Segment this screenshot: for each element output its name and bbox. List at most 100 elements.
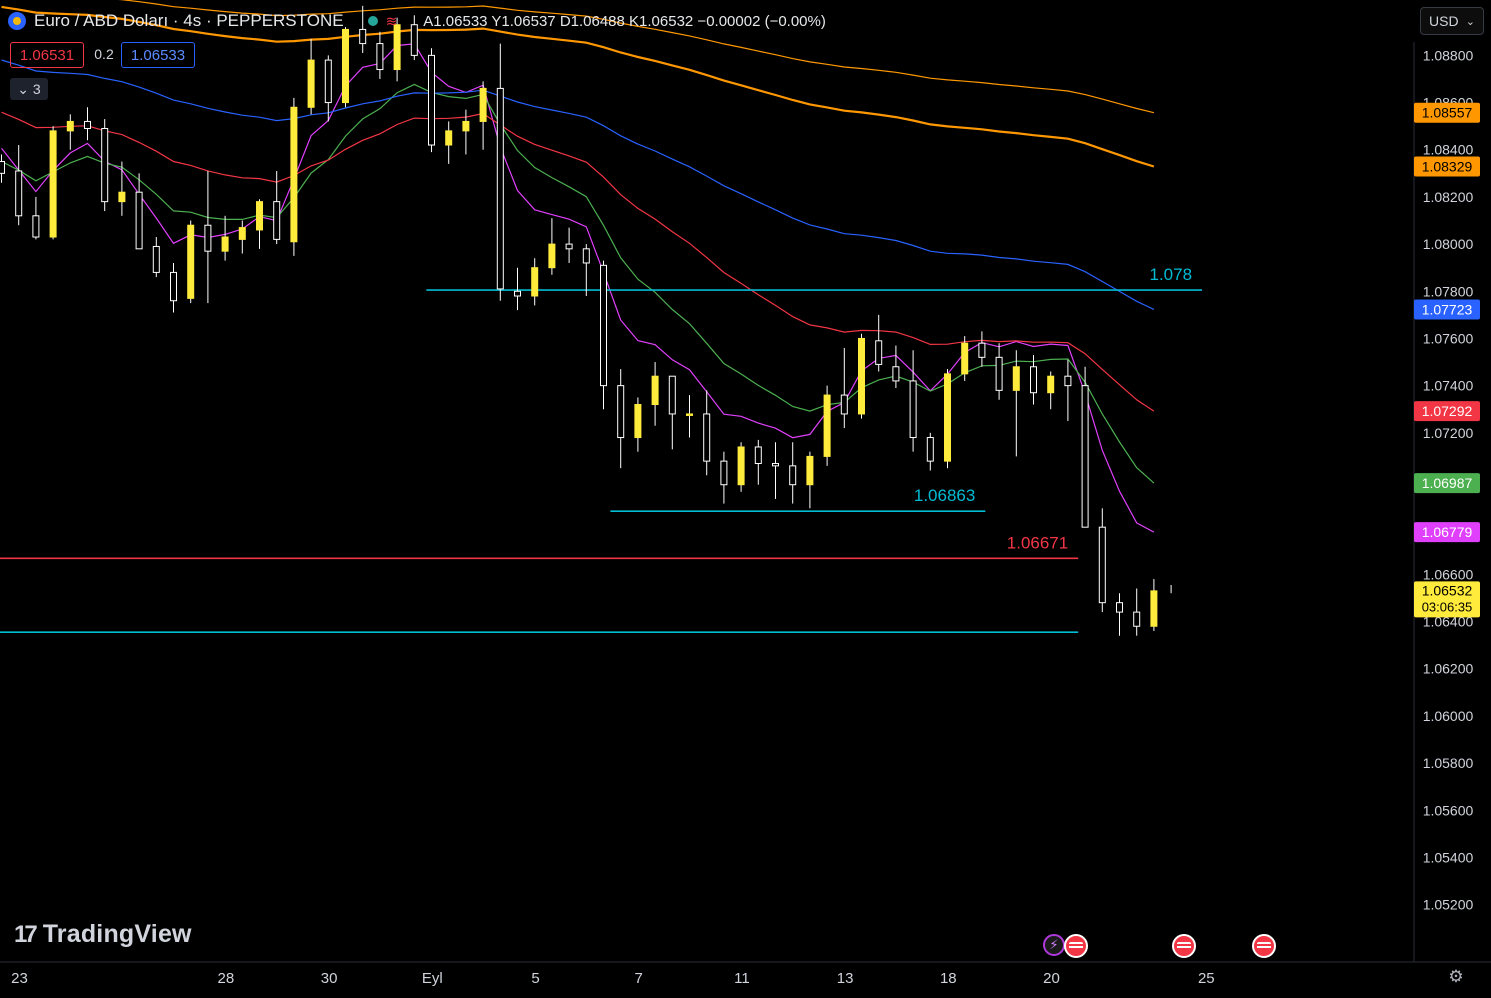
candle-body[interactable]: [1150, 590, 1158, 627]
tradingview-logo[interactable]: 17 TradingView: [14, 920, 192, 949]
price-tick-label: 1.07400: [1423, 378, 1474, 394]
candle-body[interactable]: [737, 446, 745, 486]
candle-body[interactable]: [720, 460, 728, 486]
candle-body[interactable]: [1098, 526, 1106, 604]
candle-body[interactable]: [462, 120, 470, 132]
candle-body[interactable]: [875, 340, 883, 365]
us-flag-event-icon[interactable]: [1064, 934, 1088, 958]
currency-select[interactable]: USD ⌄: [1420, 7, 1484, 35]
sell-button[interactable]: 1.06531: [10, 42, 84, 68]
price-tick-label: 1.07200: [1423, 425, 1474, 441]
candle-body[interactable]: [754, 446, 762, 464]
candle-body[interactable]: [101, 128, 109, 203]
price-tick-label: 1.05600: [1423, 802, 1474, 818]
candle-body[interactable]: [548, 243, 556, 269]
candle-body[interactable]: [858, 337, 865, 415]
chevron-down-icon: ⌄: [17, 80, 33, 97]
candle-body[interactable]: [978, 342, 986, 358]
candle-body[interactable]: [135, 191, 143, 250]
price-tick-label: 1.06000: [1423, 708, 1474, 724]
ohlc-values: A1.06533 Y1.06537 D1.06488 K1.06532 −0.0…: [423, 12, 826, 30]
candle-body[interactable]: [668, 375, 676, 415]
candle-body[interactable]: [634, 404, 642, 439]
candle-body[interactable]: [187, 224, 195, 299]
candle-body[interactable]: [290, 106, 298, 243]
indicators-toggle-button[interactable]: ⌄ 3: [10, 78, 48, 100]
candle-body[interactable]: [565, 243, 573, 250]
time-tick-label: 5: [531, 970, 539, 987]
candle-body[interactable]: [256, 201, 263, 231]
spread-value: 0.2: [94, 46, 114, 62]
price-badge-label: 1.08557: [1422, 105, 1473, 121]
candle-body[interactable]: [445, 130, 453, 146]
price-badge-label: 1.07723: [1422, 301, 1473, 317]
candle-body[interactable]: [84, 120, 91, 130]
candle-body[interactable]: [273, 201, 281, 240]
candle-body[interactable]: [238, 227, 246, 240]
candle-body[interactable]: [961, 342, 969, 375]
candle-body[interactable]: [307, 59, 315, 108]
candle-body[interactable]: [204, 224, 212, 252]
flash-icon[interactable]: ⚡: [1043, 934, 1065, 956]
candle-body[interactable]: [0, 161, 5, 174]
chart-canvas[interactable]: 1.0781.068631.06671 1.088001.086001.0840…: [0, 0, 1491, 998]
price-tick-label: 1.08800: [1423, 47, 1474, 63]
candle-body[interactable]: [531, 267, 539, 297]
candle-body[interactable]: [428, 54, 435, 146]
us-flag-event-icon[interactable]: [1172, 934, 1196, 958]
candle-body[interactable]: [840, 394, 848, 415]
price-badge-label: 1.06987: [1422, 475, 1473, 491]
candle-body[interactable]: [1081, 385, 1089, 528]
candle-body[interactable]: [995, 356, 1003, 391]
price-tick-label: 1.08200: [1423, 189, 1474, 205]
candle-body[interactable]: [582, 248, 590, 264]
candle-body[interactable]: [342, 28, 349, 104]
candle-body[interactable]: [1047, 375, 1055, 394]
price-tick-label: 1.08000: [1423, 236, 1474, 252]
candle-body[interactable]: [1064, 375, 1072, 387]
candle-body[interactable]: [376, 43, 384, 71]
symbol-title[interactable]: Euro / ABD Doları · 4s · PEPPERSTONE: [34, 11, 344, 31]
candle-body[interactable]: [496, 87, 504, 290]
buy-button[interactable]: 1.06533: [121, 42, 195, 68]
candle-body[interactable]: [1133, 611, 1141, 627]
euro-dollar-flag-icon[interactable]: [8, 12, 26, 30]
level-label: 1.06863: [914, 486, 975, 505]
candle-body[interactable]: [823, 394, 831, 457]
candle-body[interactable]: [772, 462, 779, 467]
time-tick-label: 23: [11, 970, 28, 987]
time-tick-label: 7: [635, 970, 643, 987]
candle-body[interactable]: [1012, 366, 1020, 391]
candle-body[interactable]: [15, 170, 23, 217]
candle-body[interactable]: [1116, 602, 1123, 613]
candle-body[interactable]: [514, 290, 521, 297]
candle-body[interactable]: [686, 413, 693, 416]
chevron-down-icon: ⌄: [1465, 15, 1475, 28]
candle-body[interactable]: [651, 375, 659, 406]
candle-body[interactable]: [170, 271, 177, 302]
candle-body[interactable]: [617, 385, 625, 439]
candle-body[interactable]: [221, 236, 229, 252]
time-tick-label: 20: [1043, 970, 1060, 987]
candle-body[interactable]: [789, 465, 797, 486]
us-flag-event-icon[interactable]: [1252, 934, 1276, 958]
symbol-header: Euro / ABD Doları · 4s · PEPPERSTONE ≋ A…: [8, 8, 826, 34]
candle-body[interactable]: [479, 87, 487, 122]
candle-body[interactable]: [926, 437, 934, 462]
candle-body[interactable]: [703, 413, 711, 462]
candle-body[interactable]: [49, 130, 57, 238]
candle-body[interactable]: [324, 59, 332, 104]
candle-body[interactable]: [806, 455, 814, 486]
candle-body[interactable]: [1030, 366, 1037, 394]
candle-body[interactable]: [152, 245, 160, 273]
price-badge-label: 1.08329: [1422, 158, 1473, 174]
gear-icon[interactable]: ⚙: [1447, 968, 1465, 986]
candle-body[interactable]: [909, 380, 917, 439]
candle-body[interactable]: [118, 191, 126, 203]
candle-body[interactable]: [66, 120, 74, 132]
candle-body[interactable]: [600, 264, 607, 387]
wave-icon[interactable]: ≋: [386, 13, 398, 30]
candle-body[interactable]: [32, 215, 40, 238]
candle-body[interactable]: [892, 366, 900, 382]
candle-body[interactable]: [944, 373, 951, 462]
